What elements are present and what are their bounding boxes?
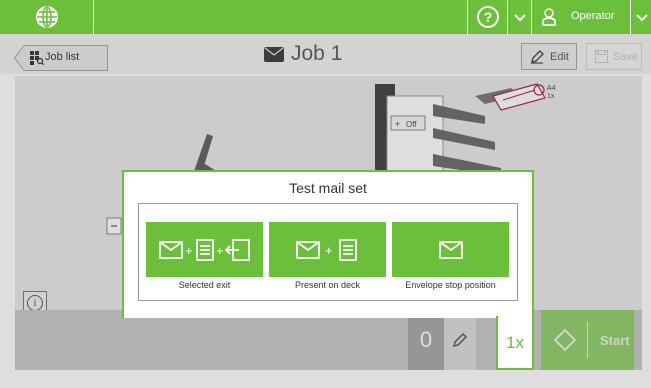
start-button[interactable]: Start bbox=[541, 310, 634, 370]
start-diamond-icon bbox=[553, 328, 577, 352]
svg-text:+: + bbox=[185, 243, 193, 258]
operator-label[interactable]: Operator bbox=[571, 10, 614, 22]
save-disk-icon bbox=[595, 50, 608, 63]
edit-button[interactable]: Edit bbox=[521, 43, 577, 70]
save-button[interactable]: Save bbox=[586, 43, 642, 70]
envelope-plus-document-plus-exit-icon: + + bbox=[158, 238, 250, 261]
stacker-count: 1x bbox=[547, 93, 555, 100]
envelope-plus-document-icon: + bbox=[295, 238, 357, 261]
grid-search-icon bbox=[30, 51, 44, 65]
topbar-separator bbox=[467, 0, 468, 34]
feeder-plus: + bbox=[395, 119, 400, 129]
page-title: Job 1 bbox=[264, 42, 342, 66]
feeder-off-indicator: + Off bbox=[390, 115, 426, 131]
edit-label: Edit bbox=[550, 50, 569, 63]
operator-chevron-down-icon[interactable] bbox=[634, 9, 650, 25]
option-present-on-deck-label: Present on deck bbox=[294, 280, 361, 290]
save-label: Save bbox=[613, 50, 639, 63]
pencil-icon bbox=[452, 332, 468, 348]
svg-text:+: + bbox=[216, 243, 224, 258]
help-icon[interactable]: ? bbox=[477, 6, 499, 28]
operator-user-icon bbox=[542, 8, 556, 26]
top-bar: ? Operator bbox=[0, 0, 651, 34]
pencil-icon bbox=[531, 49, 544, 64]
option-present-on-deck[interactable]: + bbox=[269, 222, 386, 277]
envelope-icon bbox=[264, 46, 284, 62]
job-list-label[interactable]: Job list bbox=[45, 51, 79, 63]
topbar-separator bbox=[507, 0, 508, 34]
job-title-text: Job 1 bbox=[291, 42, 343, 65]
stacker-size: A4 bbox=[547, 85, 556, 92]
help-glyph: ? bbox=[483, 9, 493, 25]
help-chevron-down-icon[interactable] bbox=[512, 9, 528, 25]
exit-side-icon bbox=[106, 217, 122, 235]
option-envelope-stop-position-label: Envelope stop position bbox=[405, 280, 496, 290]
topbar-separator bbox=[630, 0, 631, 34]
counter-edit-button[interactable] bbox=[444, 310, 476, 370]
counter-value: 0 bbox=[408, 310, 444, 370]
stacker-tag: A4 1x bbox=[492, 83, 556, 111]
option-envelope-stop-position[interactable] bbox=[392, 222, 509, 277]
option-selected-exit[interactable]: + + bbox=[146, 222, 263, 277]
start-divider bbox=[587, 322, 588, 358]
svg-text:+: + bbox=[325, 243, 333, 258]
globe-logo-icon bbox=[35, 6, 58, 28]
feeder-off-label: Off bbox=[406, 120, 417, 129]
info-icon: i bbox=[27, 295, 43, 311]
option-selected-exit-label: Selected exit bbox=[178, 280, 231, 290]
envelope-icon bbox=[438, 240, 463, 259]
popup-title: Test mail set bbox=[289, 180, 367, 196]
start-label: Start bbox=[600, 332, 630, 348]
logo-cell[interactable] bbox=[0, 0, 94, 34]
topbar-separator bbox=[531, 0, 532, 34]
multiplier-label[interactable]: 1x bbox=[500, 333, 530, 353]
